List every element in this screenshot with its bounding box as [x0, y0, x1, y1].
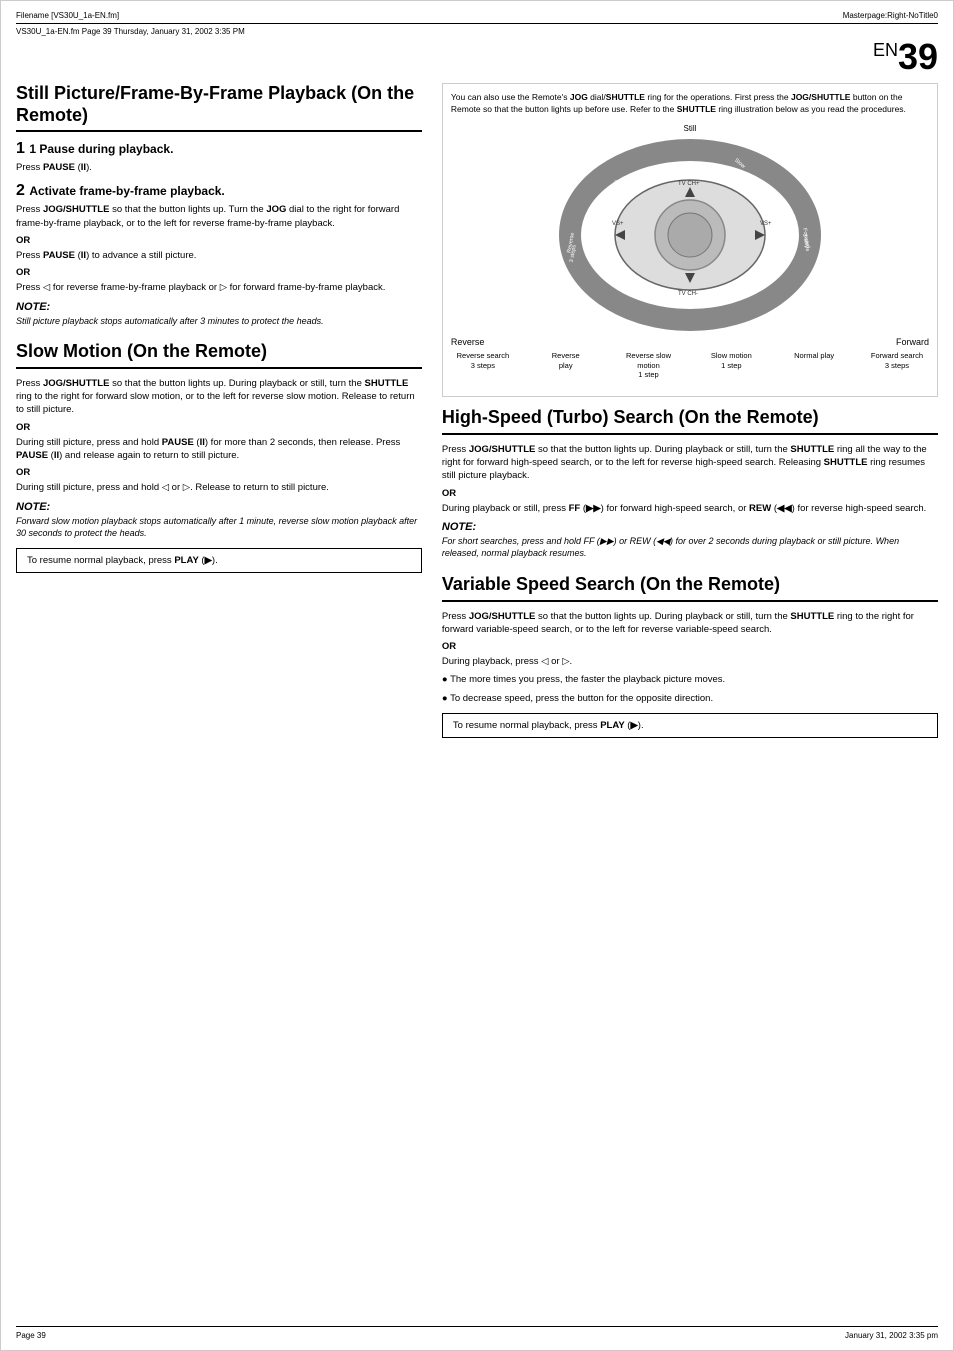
slow-body2: During still picture, press and hold PAU…: [16, 436, 422, 463]
or1: OR: [16, 235, 422, 246]
slow-motion-title: Slow Motion (On the Remote): [16, 341, 422, 369]
slow-motion-section: Slow Motion (On the Remote) Press JOG/SH…: [16, 341, 422, 573]
dial-label-1: Reverseplay: [536, 351, 596, 380]
note2-heading: NOTE:: [16, 501, 422, 513]
note1-text: Still picture playback stops automatical…: [16, 315, 422, 328]
svg-text:1 step: 1 step: [737, 178, 752, 192]
still-picture-title: Still Picture/Frame-By-Frame Playback (O…: [16, 83, 422, 132]
dial-label-2: Reverse slow motion1 step: [619, 351, 679, 380]
highspeed-body2: During playback or still, press FF (▶▶) …: [442, 502, 938, 515]
slow-body1: Press JOG/SHUTTLE so that the button lig…: [16, 377, 422, 417]
svg-text:VS+: VS+: [760, 221, 772, 227]
or2: OR: [16, 267, 422, 278]
slow-or2: OR: [16, 467, 422, 478]
variable-body1: Press JOG/SHUTTLE so that the button lig…: [442, 610, 938, 637]
masterpage-label: Masterpage:Right-NoTitle0: [843, 11, 938, 20]
variable-bullet1: ● The more times you press, the faster t…: [442, 673, 938, 686]
shuttle-diagram: Still: [451, 124, 929, 380]
slow-body3: During still picture, press and hold ◁ o…: [16, 481, 422, 494]
still-picture-section: Still Picture/Frame-By-Frame Playback (O…: [16, 83, 422, 327]
note3-text: For short searches, press and hold FF (▶…: [442, 535, 938, 560]
shuttle-intro: You can also use the Remote's JOG dial/S…: [451, 92, 929, 116]
step2-num: 2: [16, 182, 29, 199]
en-label: EN: [873, 40, 898, 60]
resume-box-2: To resume normal playback, press PLAY (▶…: [442, 713, 938, 738]
step2-body2: Press PAUSE (II) to advance a still pict…: [16, 249, 422, 262]
step2-body3: Press ◁ for reverse frame-by-frame playb…: [16, 281, 422, 294]
reverse-forward-labels: Reverse Forward: [451, 337, 929, 347]
note2-text: Forward slow motion playback stops autom…: [16, 515, 422, 540]
variable-speed-section: Variable Speed Search (On the Remote) Pr…: [442, 574, 938, 738]
highspeed-section: High-Speed (Turbo) Search (On the Remote…: [442, 407, 938, 560]
page-number: 39: [898, 36, 938, 77]
still-label: Still: [451, 124, 929, 133]
var-or1: OR: [442, 641, 938, 652]
step2-heading-text: Activate frame-by-frame playback.: [29, 184, 224, 198]
page-number-area: EN39: [16, 39, 938, 75]
step1-num: 1: [16, 140, 29, 157]
svg-text:TV CH+: TV CH+: [678, 181, 700, 187]
svg-text:TV CH-: TV CH-: [678, 291, 698, 297]
svg-text:VS+: VS+: [612, 221, 624, 227]
hs-or1: OR: [442, 488, 938, 499]
page: Filename [VS30U_1a-EN.fm] Masterpage:Rig…: [0, 0, 954, 1351]
step1-heading-text: 1 Pause during playback.: [29, 142, 173, 156]
reverse-label: Reverse: [451, 337, 485, 347]
resume-box-1: To resume normal playback, press PLAY (▶…: [16, 548, 422, 573]
variable-bullet2: ● To decrease speed, press the button fo…: [442, 692, 938, 705]
dial-labels: Reverse search3 steps Reverseplay Revers…: [451, 351, 929, 380]
subtitle-label: VS30U_1a-EN.fm Page 39 Thursday, January…: [16, 27, 938, 36]
filename-label: Filename [VS30U_1a-EN.fm]: [16, 11, 119, 20]
step1-heading: 1 1 Pause during playback.: [16, 140, 422, 158]
right-column: You can also use the Remote's JOG dial/S…: [442, 83, 938, 746]
top-bar: Filename [VS30U_1a-EN.fm] Masterpage:Rig…: [16, 11, 938, 24]
variable-speed-title: Variable Speed Search (On the Remote): [442, 574, 938, 602]
variable-body2: During playback, press ◁ or ▷.: [442, 655, 938, 668]
shuttle-box: You can also use the Remote's JOG dial/S…: [442, 83, 938, 397]
step1-body: Press PAUSE (II).: [16, 161, 422, 174]
dial-label-5: Forward search3 steps: [867, 351, 927, 380]
note1-heading: NOTE:: [16, 301, 422, 313]
highspeed-body1: Press JOG/SHUTTLE so that the button lig…: [442, 443, 938, 483]
top-bar-right: Masterpage:Right-NoTitle0: [843, 11, 938, 20]
dial-label-4: Normal play: [784, 351, 844, 380]
left-column: Still Picture/Frame-By-Frame Playback (O…: [16, 83, 422, 746]
dial-label-0: Reverse search3 steps: [453, 351, 513, 380]
note3-heading: NOTE:: [442, 521, 938, 533]
footer-right: January 31, 2002 3:35 pm: [845, 1331, 938, 1340]
two-column-layout: Still Picture/Frame-By-Frame Playback (O…: [16, 83, 938, 746]
top-bar-left: Filename [VS30U_1a-EN.fm]: [16, 11, 119, 20]
dial-label-3: Slow motion1 step: [701, 351, 761, 380]
footer: Page 39 January 31, 2002 3:35 pm: [16, 1326, 938, 1340]
highspeed-title: High-Speed (Turbo) Search (On the Remote…: [442, 407, 938, 435]
step2-body1: Press JOG/SHUTTLE so that the button lig…: [16, 203, 422, 230]
footer-left: Page 39: [16, 1331, 46, 1340]
forward-label: Forward: [896, 337, 929, 347]
slow-or1: OR: [16, 422, 422, 433]
step2-heading: 2 Activate frame-by-frame playback.: [16, 182, 422, 200]
shuttle-svg: TV CH+ TV CH- VS+ VS+ Reverse slow motio…: [530, 135, 850, 335]
